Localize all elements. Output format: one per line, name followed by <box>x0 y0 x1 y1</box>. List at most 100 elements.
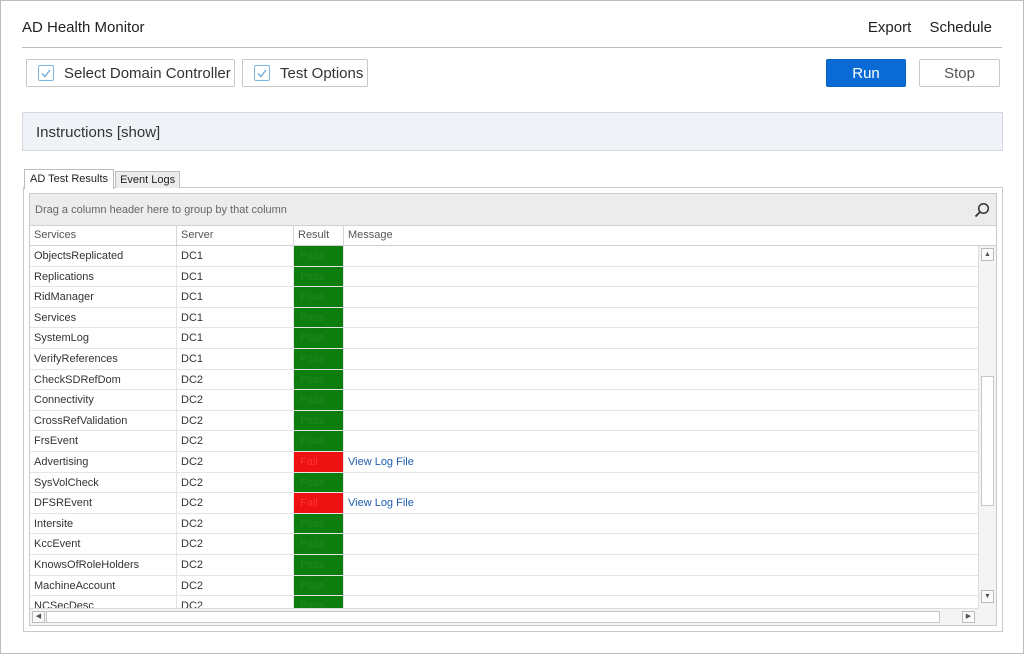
cell-server: DC2 <box>177 493 294 513</box>
result-pass-badge: Pass <box>294 575 344 596</box>
cell-server: DC1 <box>177 246 294 266</box>
table-row[interactable]: KccEvent DC2 Pass <box>30 534 978 555</box>
table-row[interactable]: NCSecDesc DC2 Pass <box>30 596 978 608</box>
table-row[interactable]: ObjectsReplicated DC1 Pass <box>30 246 978 267</box>
table-row[interactable]: SysVolCheck DC2 Pass <box>30 472 978 494</box>
table-row[interactable]: SystemLog DC1 Pass <box>30 328 978 349</box>
cell-service: KnowsOfRoleHolders <box>30 554 177 575</box>
cell-service: SysVolCheck <box>30 472 177 493</box>
cell-service: Services <box>30 307 177 328</box>
result-pass-badge: Pass <box>294 554 344 575</box>
table-row[interactable]: Services DC1 Pass <box>30 307 978 329</box>
cell-service: FrsEvent <box>30 431 177 451</box>
select-domain-controller-button[interactable]: Select Domain Controller <box>26 59 235 87</box>
cell-server: DC2 <box>177 369 294 390</box>
result-pass-badge: Pass <box>294 246 344 266</box>
cell-service: Advertising <box>30 451 177 472</box>
result-pass-badge: Pass <box>294 596 344 608</box>
tab-event-logs[interactable]: Event Logs <box>115 171 181 188</box>
grid-rows: ObjectsReplicated DC1 Pass Replications DC1 P… <box>30 246 978 608</box>
test-options-label: Test Options <box>280 64 364 82</box>
view-log-file-link[interactable]: View Log File <box>348 497 414 509</box>
scroll-right-icon[interactable]: ▶ <box>962 611 975 623</box>
table-row[interactable]: Replications DC1 Pass <box>30 266 978 288</box>
cell-service: DFSREvent <box>30 493 177 513</box>
title-divider <box>22 47 1002 48</box>
cell-server: DC2 <box>177 575 294 596</box>
cell-message <box>344 411 978 431</box>
cell-server: DC1 <box>177 266 294 287</box>
stop-button[interactable]: Stop <box>919 59 1000 87</box>
table-row[interactable]: CheckSDRefDom DC2 Pass <box>30 369 978 391</box>
cell-service: Intersite <box>30 513 177 534</box>
table-row[interactable]: Advertising DC2 Fail View Log File <box>30 451 978 473</box>
cell-message <box>344 473 978 493</box>
result-pass-badge: Pass <box>294 266 344 287</box>
cell-server: DC1 <box>177 348 294 369</box>
cell-message <box>344 431 978 451</box>
checkbox-icon <box>254 65 270 81</box>
cell-service: KccEvent <box>30 534 177 554</box>
cell-server: DC2 <box>177 596 294 608</box>
cell-message <box>344 576 978 596</box>
run-button[interactable]: Run <box>826 59 906 87</box>
table-row[interactable]: DFSREvent DC2 Fail View Log File <box>30 493 978 514</box>
result-pass-badge: Pass <box>294 369 344 390</box>
cell-message <box>344 390 978 410</box>
table-row[interactable]: RidManager DC1 Pass <box>30 287 978 308</box>
table-row[interactable]: FrsEvent DC2 Pass <box>30 431 978 452</box>
instructions-toggle[interactable]: Instructions [show] <box>22 112 1003 151</box>
cell-message <box>344 514 978 534</box>
cell-service: MachineAccount <box>30 575 177 596</box>
result-fail-badge: Fail <box>294 493 344 513</box>
table-row[interactable]: CrossRefValidation DC2 Pass <box>30 410 978 432</box>
grid-header: Services Server Result Message <box>30 226 996 246</box>
column-header-result[interactable]: Result <box>294 226 344 245</box>
top-links: Export Schedule <box>854 19 992 36</box>
cell-server: DC2 <box>177 534 294 554</box>
horizontal-scrollbar[interactable]: ◀ ▶ <box>30 608 978 625</box>
schedule-link[interactable]: Schedule <box>929 19 992 36</box>
tab-ad-test-results[interactable]: AD Test Results <box>24 169 115 189</box>
test-options-button[interactable]: Test Options <box>242 59 368 87</box>
export-link[interactable]: Export <box>868 19 911 36</box>
table-row[interactable]: MachineAccount DC2 Pass <box>30 575 978 597</box>
cell-server: DC2 <box>177 513 294 534</box>
group-hint: Drag a column header here to group by th… <box>35 203 287 216</box>
result-pass-badge: Pass <box>294 410 344 431</box>
result-pass-badge: Pass <box>294 287 344 307</box>
vertical-scrollbar[interactable]: ▲ ▼ <box>978 246 996 608</box>
cell-service: CrossRefValidation <box>30 410 177 431</box>
result-pass-badge: Pass <box>294 513 344 534</box>
horizontal-scroll-thumb[interactable] <box>46 611 940 623</box>
search-icon[interactable] <box>974 202 990 218</box>
cell-message <box>344 267 978 287</box>
results-grid: Drag a column header here to group by th… <box>29 193 997 626</box>
scroll-corner <box>978 608 996 625</box>
cell-service: CheckSDRefDom <box>30 369 177 390</box>
result-fail-badge: Fail <box>294 451 344 472</box>
view-log-file-link[interactable]: View Log File <box>348 456 414 468</box>
scroll-down-icon[interactable]: ▼ <box>981 590 994 603</box>
scroll-up-icon[interactable]: ▲ <box>981 248 994 261</box>
group-panel[interactable]: Drag a column header here to group by th… <box>30 194 996 226</box>
cell-message: View Log File <box>344 452 978 472</box>
cell-server: DC2 <box>177 431 294 451</box>
app-window: AD Health Monitor Export Schedule Select… <box>0 0 1024 654</box>
cell-server: DC1 <box>177 307 294 328</box>
column-header-message[interactable]: Message <box>344 226 978 245</box>
cell-service: Connectivity <box>30 390 177 410</box>
cell-server: DC2 <box>177 554 294 575</box>
table-row[interactable]: Connectivity DC2 Pass <box>30 390 978 411</box>
column-header-services[interactable]: Services <box>30 226 177 245</box>
column-header-server[interactable]: Server <box>177 226 294 245</box>
cell-message <box>344 308 978 328</box>
scroll-left-icon[interactable]: ◀ <box>32 611 45 623</box>
result-pass-badge: Pass <box>294 472 344 493</box>
table-row[interactable]: Intersite DC2 Pass <box>30 513 978 535</box>
table-row[interactable]: KnowsOfRoleHolders DC2 Pass <box>30 554 978 576</box>
cell-server: DC2 <box>177 472 294 493</box>
cell-service: RidManager <box>30 287 177 307</box>
scroll-thumb[interactable] <box>981 376 994 506</box>
table-row[interactable]: VerifyReferences DC1 Pass <box>30 348 978 370</box>
